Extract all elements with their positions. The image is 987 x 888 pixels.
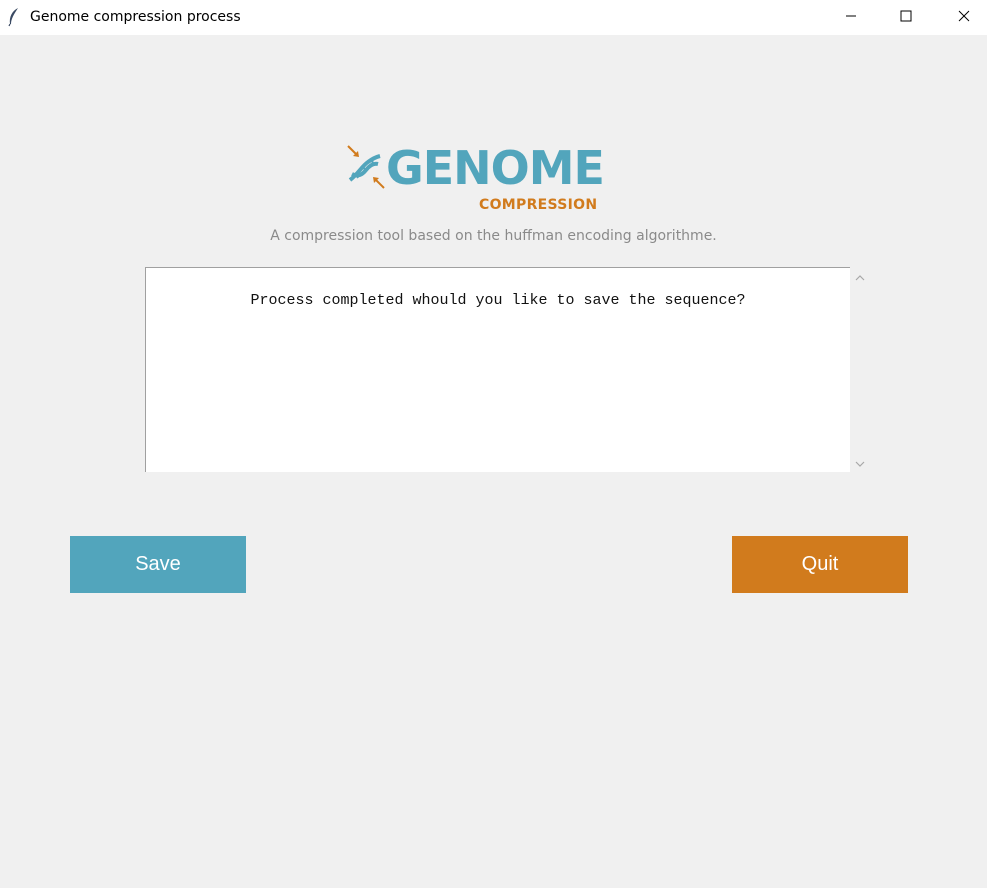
scroll-down-button[interactable] xyxy=(851,455,868,472)
output-textarea[interactable]: Process completed whould you like to sav… xyxy=(145,267,850,472)
genome-logo: GENOME COMPRESSION xyxy=(340,140,610,218)
tagline: A compression tool based on the huffman … xyxy=(270,228,717,244)
chevron-up-icon xyxy=(855,269,865,287)
dna-compress-icon xyxy=(344,144,386,194)
minimize-button[interactable] xyxy=(822,0,880,35)
quit-button[interactable]: Quit xyxy=(732,536,908,593)
title-bar: Genome compression process xyxy=(0,0,987,35)
chevron-down-icon xyxy=(855,455,865,473)
close-icon xyxy=(958,9,970,27)
window-title: Genome compression process xyxy=(30,9,241,25)
close-button[interactable] xyxy=(935,0,987,35)
output-text: Process completed whould you like to sav… xyxy=(250,292,746,309)
maximize-icon xyxy=(900,9,912,27)
save-button[interactable]: Save xyxy=(70,536,246,593)
scroll-up-button[interactable] xyxy=(851,269,868,286)
minimize-icon xyxy=(845,9,857,27)
maximize-button[interactable] xyxy=(877,0,935,35)
output-scrollbar[interactable] xyxy=(851,267,868,472)
feather-icon xyxy=(7,7,21,27)
logo-word: GENOME xyxy=(386,141,605,195)
logo-subword: COMPRESSION xyxy=(479,197,598,213)
